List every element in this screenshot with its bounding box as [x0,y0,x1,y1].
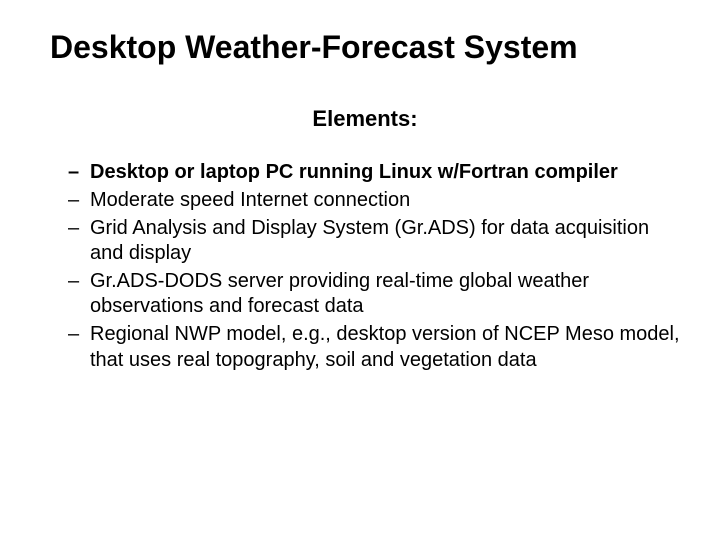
list-item: Moderate speed Internet connection [68,188,680,214]
slide-title: Desktop Weather-Forecast System [50,28,680,66]
list-item: Regional NWP model, e.g., desktop versio… [68,322,680,373]
list-item: Grid Analysis and Display System (Gr.ADS… [68,216,680,267]
bullet-list: Desktop or laptop PC running Linux w/For… [50,160,680,373]
slide: Desktop Weather-Forecast System Elements… [0,0,720,540]
slide-subtitle: Elements: [50,106,680,132]
list-item: Gr.ADS-DODS server providing real-time g… [68,269,680,320]
list-item: Desktop or laptop PC running Linux w/For… [68,160,680,186]
